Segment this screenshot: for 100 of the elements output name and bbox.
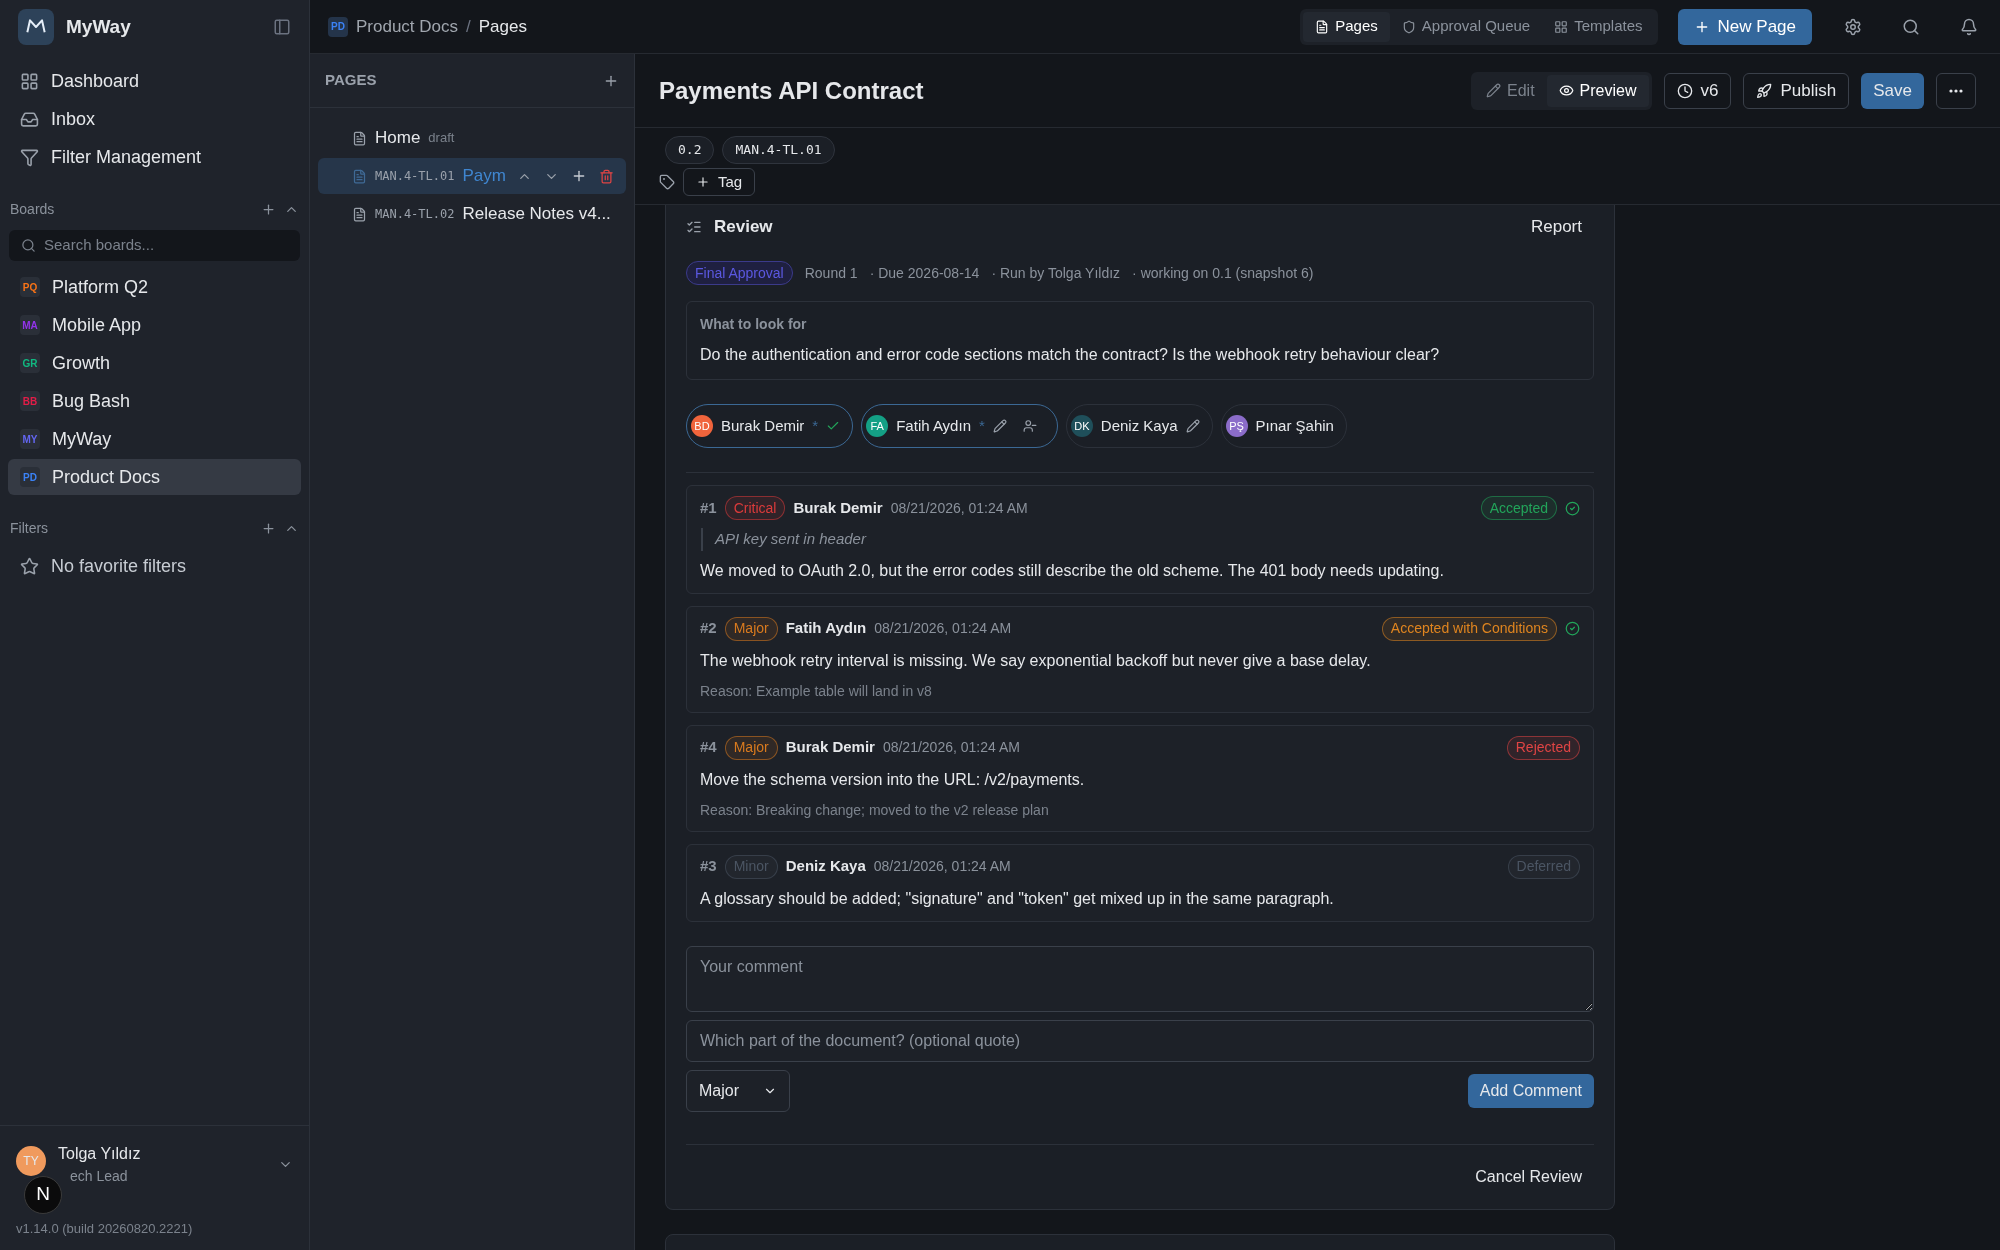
plus-icon — [696, 175, 710, 189]
add-icon[interactable] — [571, 168, 587, 184]
add-icon[interactable] — [261, 520, 276, 536]
breadcrumb-link[interactable]: Product Docs — [356, 13, 459, 40]
board-avatar: BB — [20, 391, 40, 411]
comment-number: #2 — [700, 618, 717, 639]
breadcrumb-current: Pages — [478, 15, 527, 38]
cancel-review-button[interactable]: Cancel Review — [1463, 1160, 1594, 1193]
reviewer-avatar: PŞ — [1225, 415, 1248, 437]
comment-time: 08/21/2026, 01:24 AM — [873, 857, 1011, 876]
edit-icon[interactable] — [992, 419, 1007, 433]
status-badge: Rejected — [1506, 735, 1580, 760]
rocket-icon — [1756, 82, 1773, 99]
section-title: Boards — [10, 199, 56, 219]
breadcrumb-badge: PD — [328, 16, 348, 37]
user-name: Tolga Yıldız — [58, 1143, 142, 1164]
user-avatar: TY — [16, 1145, 46, 1176]
reviewer-avatar: BD — [691, 415, 713, 437]
mode-tab[interactable]: Preview — [1546, 74, 1649, 107]
meta-text: · working on 0.1 (snapshot 6) — [1132, 263, 1314, 283]
tab[interactable]: Pages — [1303, 11, 1390, 42]
shield-icon — [1401, 19, 1416, 34]
board-avatar: MA — [20, 315, 40, 335]
star-icon — [20, 557, 39, 576]
page-item[interactable]: MAN.4-TL.01 Paym — [318, 158, 626, 194]
remove-user-icon[interactable] — [1022, 419, 1037, 433]
draft-label: draft — [428, 129, 455, 148]
page-item[interactable]: Home draft — [318, 120, 626, 156]
delete-icon[interactable] — [599, 168, 614, 184]
board-avatar: PD — [20, 467, 40, 487]
publish-button[interactable]: Publish — [1743, 72, 1850, 109]
bell-icon[interactable] — [1960, 17, 1978, 36]
panel-title: PAGES — [325, 70, 378, 91]
board-item[interactable]: PD Product Docs — [8, 459, 301, 495]
report-button[interactable]: Report — [1518, 214, 1594, 240]
checklist-icon — [686, 219, 702, 235]
comment-time: 08/21/2026, 01:24 AM — [874, 619, 1012, 638]
add-tag-button[interactable]: Tag — [683, 168, 756, 196]
comment-reason: Reason: Breaking change; moved to the v2 release plan — [700, 800, 1050, 820]
board-avatar: MY — [20, 429, 40, 449]
mode-tab[interactable]: Edit — [1474, 74, 1547, 107]
add-comment-button[interactable]: Add Comment — [1467, 1073, 1594, 1108]
search-field[interactable]: Search boards... — [9, 230, 300, 261]
board-item[interactable]: MY MyWay — [8, 421, 301, 457]
more-icon — [1949, 88, 1963, 93]
comment-field[interactable]: Your comment — [686, 945, 1594, 1012]
page-code: MAN.4-TL.01 — [375, 168, 455, 185]
focus-text: Do the authentication and error code sections match the contract? Is the webhook retry behaviour clear? — [700, 345, 1441, 365]
comment-number: #4 — [700, 737, 717, 758]
board-item[interactable]: PQ Platform Q2 — [8, 269, 301, 305]
page-title: Paym — [462, 165, 506, 188]
add-icon[interactable] — [261, 201, 276, 217]
clock-icon — [1676, 82, 1693, 99]
nav-item[interactable]: Dashboard — [8, 62, 301, 100]
comment-text: Move the schema version into the URL: /v2/payments. — [700, 769, 1086, 790]
document-icon — [1315, 19, 1330, 34]
sidebar-toggle-icon[interactable] — [273, 18, 291, 36]
comment-author: Burak Demir — [793, 497, 883, 518]
edit-icon[interactable] — [1185, 419, 1200, 433]
eye-icon — [1558, 83, 1574, 98]
severity-badge: Major — [724, 616, 778, 641]
app-name: MyWay — [66, 14, 132, 39]
version-text: v1.14.0 (build 20260820.2221) — [16, 1219, 194, 1238]
nav-item[interactable]: Inbox — [8, 100, 301, 138]
grid-icon — [20, 71, 39, 91]
board-item[interactable]: BB Bug Bash — [8, 383, 301, 419]
severity-badge: Major — [724, 735, 778, 760]
comment-quote: API key sent in header — [701, 528, 1580, 551]
settings-icon[interactable] — [1844, 17, 1862, 36]
nav-item[interactable]: Filter Management — [8, 138, 301, 176]
empty-text: No favorite filters — [51, 555, 187, 578]
board-item[interactable]: GR Growth — [8, 345, 301, 381]
comment-author: Burak Demir — [785, 737, 875, 758]
save-button[interactable]: Save — [1861, 72, 1924, 109]
severity-select[interactable]: Major — [686, 1069, 790, 1112]
reviewer-avatar: DK — [1070, 415, 1093, 437]
inbox-icon — [20, 109, 39, 129]
tag-icon — [659, 174, 675, 190]
comment-text: The webhook retry interval is missing. We say exponential backoff but never give a base delay. — [700, 650, 1372, 671]
dev-tools-button[interactable]: N — [24, 1175, 62, 1214]
version-chip: MAN.4-TL.01 — [722, 136, 835, 164]
search-icon[interactable] — [1902, 17, 1920, 36]
user-role: ech Lead — [69, 1166, 129, 1186]
reviewer-avatar: FA — [866, 415, 889, 437]
breadcrumb-separator: / — [466, 15, 471, 38]
new-page-button[interactable]: New Page — [1677, 8, 1812, 45]
tab[interactable]: Approval Queue — [1389, 11, 1543, 42]
reviewer-name: Pınar Şahin — [1255, 415, 1334, 436]
comment-author: Deniz Kaya — [785, 856, 866, 877]
tab[interactable]: Templates — [1542, 11, 1655, 42]
status-badge: Accepted with Conditions — [1381, 616, 1557, 641]
more-button[interactable] — [1936, 72, 1976, 109]
version-button[interactable]: v6 — [1663, 72, 1732, 109]
page-item[interactable]: MAN.4-TL.02 Release Notes v4... — [318, 196, 626, 232]
board-item[interactable]: MA Mobile App — [8, 307, 301, 343]
pencil-icon — [1486, 83, 1502, 98]
quote-field[interactable]: Which part of the document? (optional quote) — [686, 1019, 1594, 1062]
search-icon — [21, 238, 36, 253]
comment-number: #1 — [700, 497, 717, 518]
focus-label: What to look for — [700, 315, 808, 334]
